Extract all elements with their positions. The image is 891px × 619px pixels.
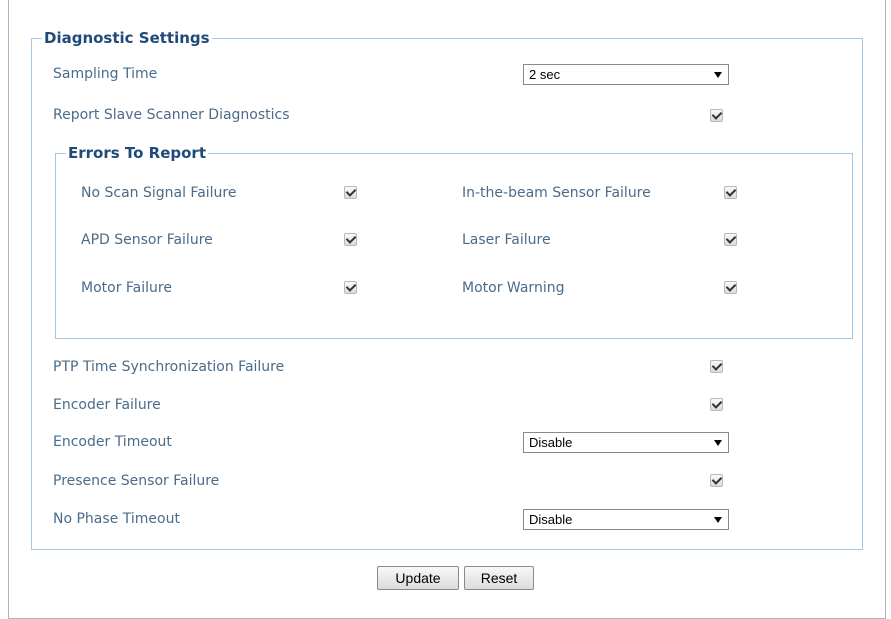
- dropdown-arrow-icon: [714, 440, 722, 446]
- motor-warning-checkbox[interactable]: [724, 281, 737, 294]
- reset-button[interactable]: Reset: [464, 566, 534, 590]
- report-slave-label: Report Slave Scanner Diagnostics: [53, 107, 290, 123]
- dropdown-arrow-icon: [714, 517, 722, 523]
- apd-sensor-label: APD Sensor Failure: [81, 232, 213, 248]
- in-the-beam-label: In-the-beam Sensor Failure: [462, 185, 651, 201]
- encoder-timeout-label: Encoder Timeout: [53, 434, 172, 450]
- ptp-failure-checkbox[interactable]: [710, 360, 723, 373]
- errors-to-report-legend: Errors To Report: [66, 144, 208, 162]
- motor-failure-checkbox[interactable]: [344, 281, 357, 294]
- dropdown-arrow-icon: [714, 72, 722, 78]
- ptp-failure-label: PTP Time Synchronization Failure: [53, 359, 285, 375]
- sampling-time-value: 2 sec: [529, 67, 561, 82]
- laser-failure-label: Laser Failure: [462, 232, 551, 248]
- diagnostic-settings-page: Diagnostic Settings Sampling Time 2 sec …: [0, 0, 891, 619]
- diagnostic-settings-legend: Diagnostic Settings: [42, 29, 212, 47]
- no-scan-signal-checkbox[interactable]: [344, 186, 357, 199]
- no-phase-timeout-value: Disable: [529, 512, 573, 527]
- laser-failure-checkbox[interactable]: [724, 233, 737, 246]
- sampling-time-select[interactable]: 2 sec: [523, 64, 729, 85]
- in-the-beam-checkbox[interactable]: [724, 186, 737, 199]
- motor-failure-label: Motor Failure: [81, 280, 172, 296]
- no-phase-timeout-label: No Phase Timeout: [53, 511, 180, 527]
- no-scan-signal-label: No Scan Signal Failure: [81, 185, 237, 201]
- encoder-timeout-select[interactable]: Disable: [523, 432, 729, 453]
- presence-sensor-label: Presence Sensor Failure: [53, 473, 220, 489]
- sampling-time-label: Sampling Time: [53, 66, 158, 82]
- encoder-failure-checkbox[interactable]: [710, 398, 723, 411]
- encoder-timeout-value: Disable: [529, 435, 573, 450]
- motor-warning-label: Motor Warning: [462, 280, 565, 296]
- report-slave-checkbox[interactable]: [710, 109, 723, 122]
- presence-sensor-checkbox[interactable]: [710, 474, 723, 487]
- encoder-failure-label: Encoder Failure: [53, 397, 161, 413]
- no-phase-timeout-select[interactable]: Disable: [523, 509, 729, 530]
- apd-sensor-checkbox[interactable]: [344, 233, 357, 246]
- update-button[interactable]: Update: [377, 566, 459, 590]
